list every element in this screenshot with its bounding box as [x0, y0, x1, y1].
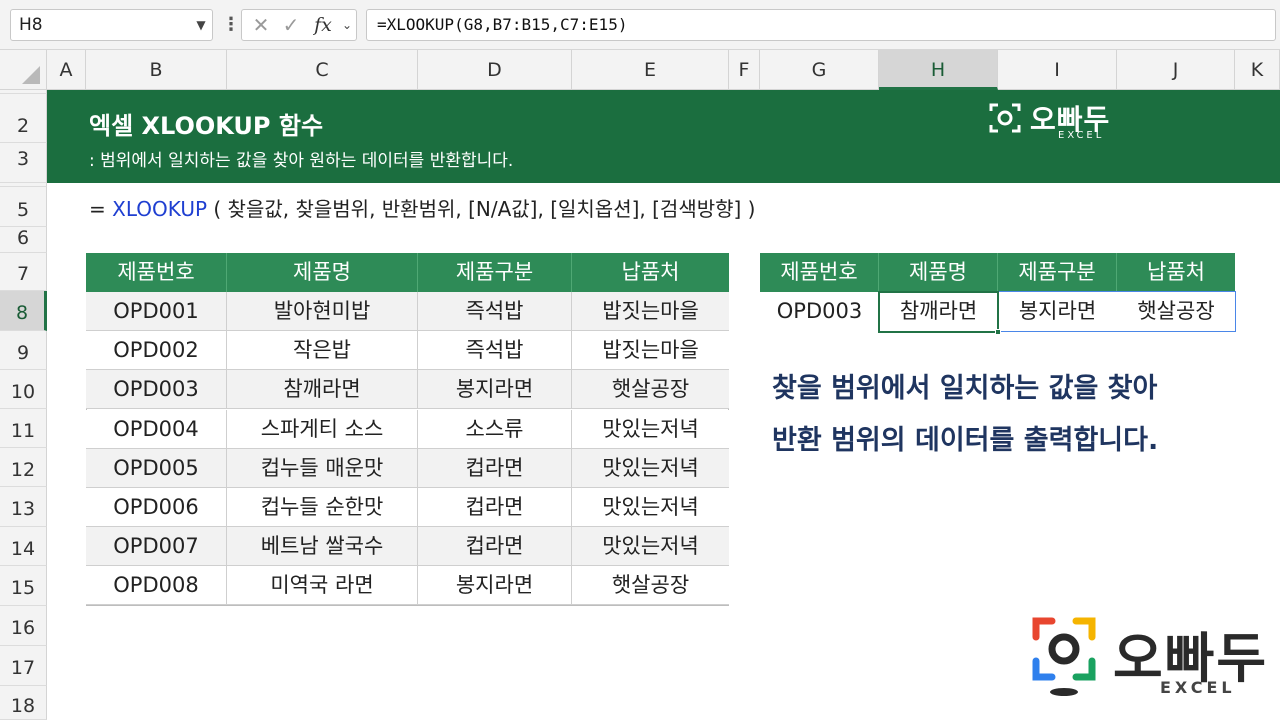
syntax-function-name: XLOOKUP: [112, 197, 208, 221]
table-cell[interactable]: 즉석밥: [418, 292, 572, 331]
row-header-15[interactable]: 15: [0, 566, 47, 606]
banner-subtitle: : 범위에서 일치하는 값을 찾아 원하는 데이터를 반환합니다.: [89, 151, 514, 171]
result-header-cell[interactable]: 제품번호: [760, 253, 879, 292]
table-cell[interactable]: OPD001: [86, 292, 227, 331]
table-cell[interactable]: 컵라면: [418, 488, 572, 527]
explanation-line-2: 반환 범위의 데이터를 출력합니다.: [772, 425, 1159, 456]
syntax-args: ( 찾을값, 찾을범위, 반환범위, [N/A값], [일치옵션], [검색방향…: [207, 197, 756, 221]
table-cell[interactable]: 컵누들 매운맛: [227, 449, 418, 488]
table-header-cell[interactable]: 제품명: [227, 253, 418, 292]
row-header-3[interactable]: 3: [0, 143, 47, 183]
explanation-line-1: 찾을 범위에서 일치하는 값을 찾아: [772, 373, 1158, 404]
cancel-icon[interactable]: ✕: [246, 10, 276, 40]
table-cell[interactable]: OPD004: [86, 410, 227, 449]
table-cell[interactable]: 컵누들 순한맛: [227, 488, 418, 527]
table-cell[interactable]: OPD007: [86, 527, 227, 566]
fill-handle[interactable]: [995, 329, 1001, 335]
table-cell[interactable]: 봉지라면: [418, 370, 572, 409]
column-header-h[interactable]: H: [879, 50, 998, 90]
active-cell-selection: [878, 291, 999, 333]
table-cell[interactable]: 참깨라면: [227, 370, 418, 409]
footer-logo-sub: EXCEL: [1160, 678, 1236, 697]
result-header-cell[interactable]: 납품처: [1117, 253, 1235, 292]
column-header-c[interactable]: C: [227, 50, 418, 90]
table-cell[interactable]: 햇살공장: [572, 566, 729, 605]
result-header-cell[interactable]: 제품구분: [998, 253, 1117, 292]
table-header-cell[interactable]: 납품처: [572, 253, 729, 292]
table-cell[interactable]: 즉석밥: [418, 331, 572, 370]
table-header-cell[interactable]: 제품번호: [86, 253, 227, 292]
row-header-5[interactable]: 5: [0, 187, 47, 227]
row-header-10[interactable]: 10: [0, 370, 47, 409]
table-cell[interactable]: 맛있는저녁: [572, 410, 729, 449]
insert-function-icon[interactable]: fx: [308, 10, 338, 40]
table-cell[interactable]: 봉지라면: [418, 566, 572, 605]
table-cell[interactable]: 소스류: [418, 410, 572, 449]
row-header-14[interactable]: 14: [0, 527, 47, 566]
table-cell[interactable]: 발아현미밥: [227, 292, 418, 331]
table-cell[interactable]: 미역국 라면: [227, 566, 418, 605]
table-cell[interactable]: 밥짓는마을: [572, 292, 729, 331]
oppadu-logo-icon: [988, 101, 1022, 135]
table-cell[interactable]: OPD005: [86, 449, 227, 488]
chevron-down-icon[interactable]: ▼: [190, 9, 212, 41]
row-header-9[interactable]: 9: [0, 331, 47, 370]
row-header-18[interactable]: 18: [0, 686, 47, 720]
column-header-b[interactable]: B: [86, 50, 227, 90]
column-header-e[interactable]: E: [572, 50, 729, 90]
row-header-6[interactable]: 6: [0, 227, 47, 253]
select-all-icon: [22, 66, 40, 84]
table-cell[interactable]: 작은밥: [227, 331, 418, 370]
row-header-8[interactable]: 8: [0, 291, 47, 331]
row-header-2[interactable]: 2: [0, 94, 47, 143]
oppadu-logo-icon: [1032, 617, 1096, 697]
column-header-j[interactable]: J: [1117, 50, 1235, 90]
column-header-k[interactable]: K: [1235, 50, 1280, 90]
table-cell[interactable]: 스파게티 소스: [227, 410, 418, 449]
table-header-cell[interactable]: 제품구분: [418, 253, 572, 292]
chevron-down-icon[interactable]: ⌄: [338, 10, 356, 40]
column-header-d[interactable]: D: [418, 50, 572, 90]
lookup-value-cell[interactable]: OPD003: [760, 292, 879, 331]
row-header-11[interactable]: 11: [0, 409, 47, 448]
row-header-13[interactable]: 13: [0, 487, 47, 527]
banner-title: 엑셀 XLOOKUP 함수: [89, 112, 324, 140]
name-box[interactable]: H8: [10, 9, 213, 41]
syntax-prefix: =: [89, 197, 113, 221]
table-cell[interactable]: 컵라면: [418, 527, 572, 566]
row-header-16[interactable]: 16: [0, 606, 47, 646]
table-cell[interactable]: OPD002: [86, 331, 227, 370]
table-cell[interactable]: 맛있는저녁: [572, 488, 729, 527]
table-cell[interactable]: OPD006: [86, 488, 227, 527]
table-cell[interactable]: 컵라면: [418, 449, 572, 488]
result-header-cell[interactable]: 제품명: [879, 253, 998, 292]
banner-logo-sub: EXCEL: [1058, 130, 1105, 141]
column-header-g[interactable]: G: [760, 50, 879, 90]
table-cell[interactable]: 맛있는저녁: [572, 449, 729, 488]
row-header-12[interactable]: 12: [0, 448, 47, 487]
table-cell[interactable]: 베트남 쌀국수: [227, 527, 418, 566]
table-cell[interactable]: 햇살공장: [572, 370, 729, 409]
formula-tools: ✕ ✓ fx ⌄: [241, 9, 357, 41]
formula-input[interactable]: =XLOOKUP(G8,B7:B15,C7:E15): [366, 9, 1276, 41]
function-syntax: = XLOOKUP ( 찾을값, 찾을범위, 반환범위, [N/A값], [일치…: [89, 193, 755, 222]
row-header-17[interactable]: 17: [0, 646, 47, 686]
table-cell[interactable]: 밥짓는마을: [572, 331, 729, 370]
more-options-icon[interactable]: ⋮: [222, 12, 240, 38]
enter-icon[interactable]: ✓: [276, 10, 306, 40]
table-cell[interactable]: OPD008: [86, 566, 227, 605]
table-cell[interactable]: OPD003: [86, 370, 227, 409]
column-header-i[interactable]: I: [998, 50, 1117, 90]
table-cell[interactable]: 맛있는저녁: [572, 527, 729, 566]
column-header-f[interactable]: F: [729, 50, 760, 90]
row-header-7[interactable]: 7: [0, 253, 47, 291]
column-header-a[interactable]: A: [47, 50, 86, 90]
